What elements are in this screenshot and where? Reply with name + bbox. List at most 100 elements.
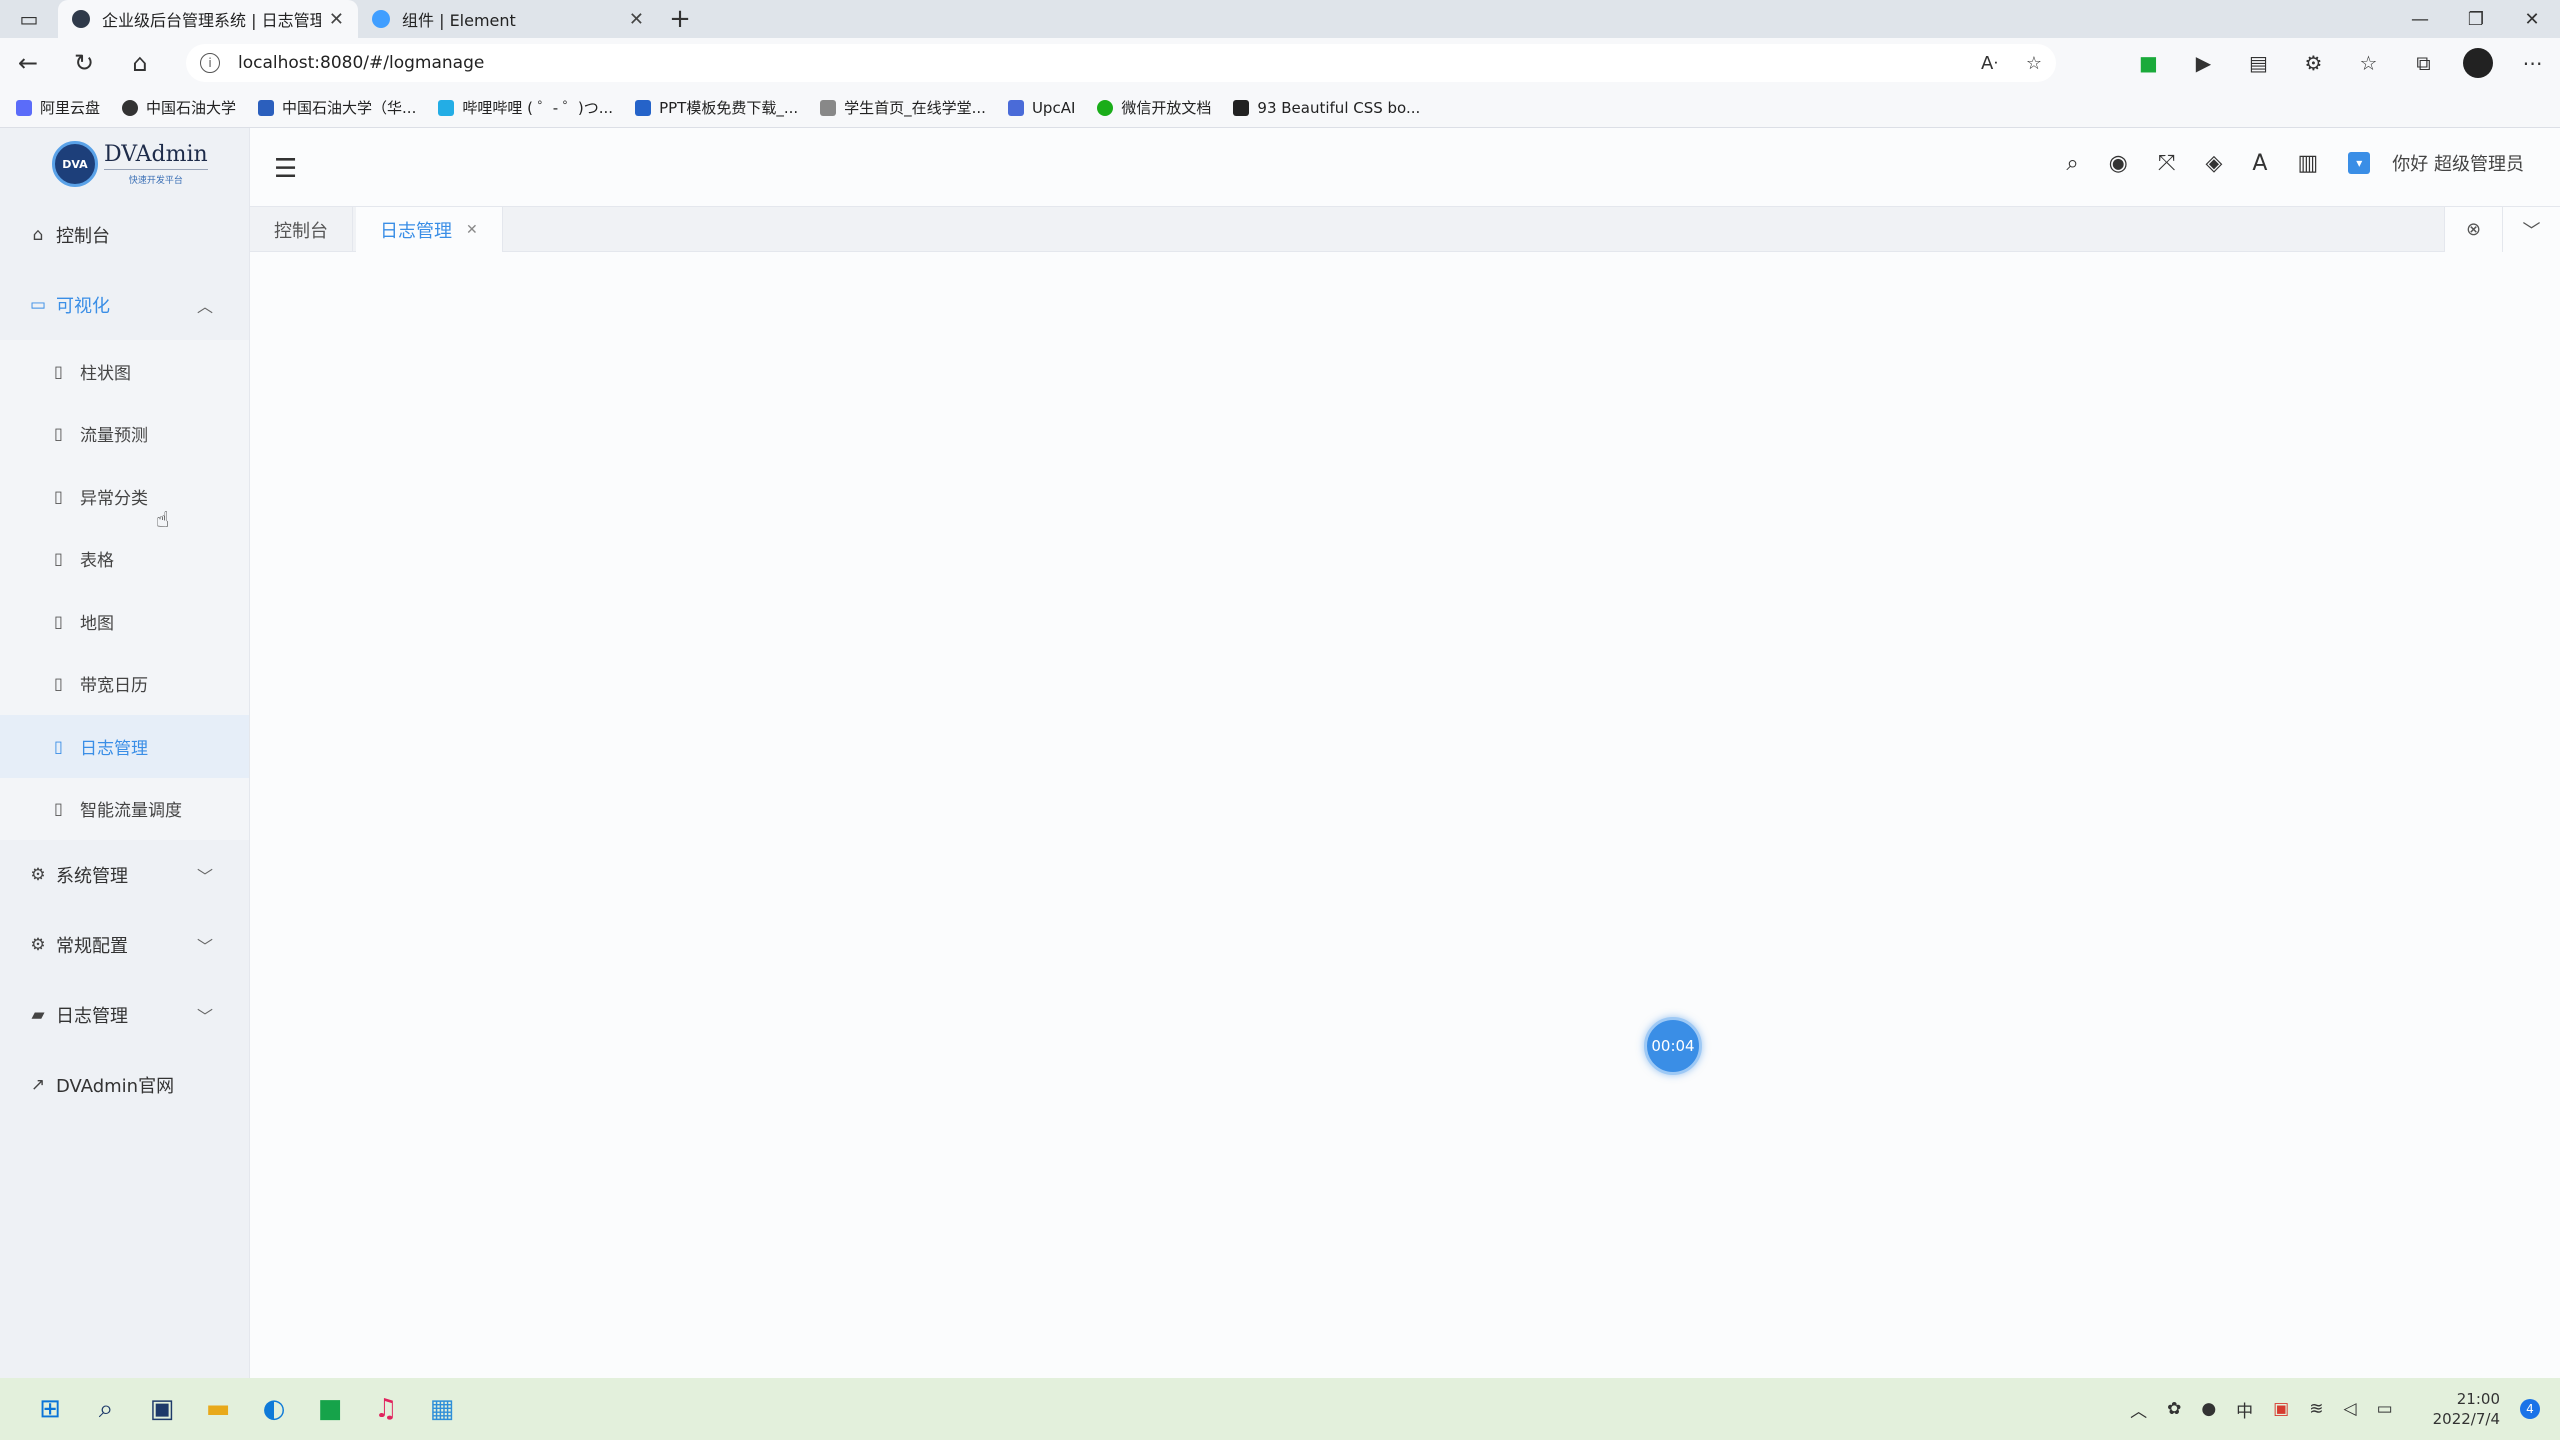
gear-icon: ⚙ <box>30 865 46 885</box>
site-info-icon[interactable]: i <box>200 53 220 73</box>
bookmark-label: 中国石油大学（华... <box>282 99 417 117</box>
clock-date: 2022/7/4 <box>2432 1410 2500 1428</box>
bookmark[interactable]: 中国石油大学 <box>122 97 236 118</box>
music-icon[interactable]: ♫ <box>358 1381 414 1437</box>
close-all-icon[interactable]: ⊗ <box>2444 207 2502 252</box>
bookmark[interactable]: PPT模板免费下载_... <box>635 97 798 118</box>
home-icon: ⌂ <box>32 225 44 245</box>
app-icon[interactable]: ▦ <box>414 1381 470 1437</box>
language-icon[interactable]: ▥ <box>2297 151 2318 176</box>
more-icon[interactable]: ⋯ <box>2505 51 2560 75</box>
sidebar-subitem-label: 日志管理 <box>80 738 148 759</box>
theme-icon[interactable]: ◈ <box>2205 151 2222 176</box>
sidebar-item-config[interactable]: ⚙ 常规配置 ﹀ <box>0 910 249 980</box>
address-bar-row: ← ↻ ⌂ i localhost:8080/#/logmanage Aᐧ ☆ … <box>0 38 2560 88</box>
sidebar-subitem[interactable]: ▯ 带宽日历 <box>0 653 249 716</box>
collections-icon[interactable]: ⧉ <box>2396 51 2451 75</box>
browser-tab[interactable]: 组件 | Element ✕ <box>358 0 658 38</box>
url-field[interactable]: i localhost:8080/#/logmanage Aᐧ ☆ <box>186 44 2056 82</box>
bookmark-icon <box>1097 99 1114 116</box>
bookmark[interactable]: 哔哩哔哩 ( ゜- ゜)つ... <box>438 97 613 118</box>
sidebar-subitem[interactable]: ▯ 流量预测 <box>0 403 249 466</box>
logo-mark: DVA <box>52 141 98 187</box>
bookmark[interactable]: 中国石油大学（华... <box>258 97 416 118</box>
task-view-icon[interactable]: ▣ <box>134 1381 190 1437</box>
sidebar-item-site[interactable]: ↗ DVAdmin官网 <box>0 1050 249 1120</box>
sidebar-item-system[interactable]: ⚙ 系统管理 ﹀ <box>0 840 249 910</box>
favorite-add-icon[interactable]: ☆ <box>2026 53 2042 74</box>
tab-title: 企业级后台管理系统 | 日志管理 <box>102 11 321 30</box>
extensions-icon[interactable]: ⚙ <box>2286 51 2341 75</box>
home-icon[interactable]: ⌂ <box>112 38 168 88</box>
sidebar-subitem[interactable]: ▯ 地图 <box>0 590 249 653</box>
edge-icon[interactable]: ◐ <box>246 1381 302 1437</box>
github-icon[interactable]: ◉ <box>2109 151 2128 176</box>
sidebar-item-logs[interactable]: ▰ 日志管理 ﹀ <box>0 980 249 1050</box>
tray-app-icon[interactable]: ▣ <box>2273 1399 2289 1419</box>
font-size-icon[interactable]: A <box>2252 151 2267 176</box>
shield-extension-icon[interactable]: ■ <box>2121 51 2176 75</box>
chevron-down-icon[interactable]: ﹀ <box>2502 207 2560 252</box>
search-icon[interactable]: ⌕ <box>2066 151 2078 176</box>
tab-title: 组件 | Element <box>402 11 516 30</box>
play-extension-icon[interactable]: ▶ <box>2176 51 2231 75</box>
refresh-icon[interactable]: ↻ <box>56 38 112 88</box>
tab-logmanage[interactable]: 日志管理 ✕ <box>356 207 503 252</box>
bookmark-label: 中国石油大学 <box>146 99 237 117</box>
qq-icon[interactable]: ● <box>2201 1399 2216 1419</box>
fullscreen-icon[interactable]: ⤧ <box>2158 151 2176 176</box>
favorites-icon[interactable]: ☆ <box>2341 51 2396 75</box>
sidebar-subitem-active[interactable]: ▯ 日志管理 <box>0 715 249 778</box>
input-method-icon[interactable]: 中 <box>2236 1397 2253 1422</box>
notification-badge[interactable]: 4 <box>2520 1399 2540 1419</box>
main-content <box>250 253 2560 1378</box>
admin-app: DVA DVAdmin 快速开发平台 ⌂ 控制台 ▭ 可视化 ︿ ▯ 柱状图 ▯ 流… <box>0 128 2560 1378</box>
logo-name: DVAdmin <box>104 142 208 170</box>
hamburger-icon[interactable]: ☰ <box>274 154 297 184</box>
sidebar-subitem[interactable]: ▯ 表格 <box>0 528 249 591</box>
sidebar-subitem[interactable]: ▯ 异常分类 <box>0 465 249 528</box>
bookmark[interactable]: 阿里云盘 <box>16 97 100 118</box>
close-window-icon[interactable]: ✕ <box>2504 0 2560 38</box>
read-aloud-icon[interactable]: Aᐧ <box>1981 53 1998 74</box>
bookmark[interactable]: 学生首页_在线学堂... <box>820 97 986 118</box>
wifi-icon[interactable]: ≋ <box>2309 1399 2323 1419</box>
chevron-up-icon[interactable]: ︿ <box>2130 1397 2147 1422</box>
bookmark[interactable]: 93 Beautiful CSS bo... <box>1233 99 1420 117</box>
bookmark[interactable]: UpcAI <box>1007 99 1075 117</box>
search-icon[interactable]: ⌕ <box>78 1381 134 1437</box>
logo[interactable]: DVA DVAdmin 快速开发平台 <box>0 128 249 200</box>
close-tab-icon[interactable]: ✕ <box>629 9 644 30</box>
bookmark[interactable]: 微信开放文档 <box>1097 97 1211 118</box>
tray-app-icon[interactable]: ✿ <box>2167 1399 2181 1419</box>
bookmark-icon <box>635 99 652 116</box>
profile-avatar[interactable] <box>2463 48 2493 78</box>
close-icon[interactable]: ✕ <box>466 222 478 238</box>
volume-icon[interactable]: ◁ <box>2343 1399 2356 1419</box>
restore-icon[interactable]: ❐ <box>2448 0 2504 38</box>
timer-badge[interactable]: 00:04 <box>1644 1017 1702 1075</box>
back-icon[interactable]: ← <box>0 38 56 88</box>
user-avatar[interactable]: ▾ <box>2348 152 2371 174</box>
minimize-icon[interactable]: — <box>2392 0 2448 38</box>
tab-dashboard[interactable]: 控制台 <box>250 207 353 252</box>
window-extension-icon[interactable]: ▤ <box>2231 51 2286 75</box>
windows-start-icon[interactable]: ⊞ <box>22 1381 78 1437</box>
close-tab-icon[interactable]: ✕ <box>329 9 344 30</box>
sidebar-item-dashboard[interactable]: ⌂ 控制台 <box>0 200 249 270</box>
user-greeting[interactable]: 你好 超级管理员 <box>2392 150 2524 176</box>
sidebar-item-visual[interactable]: ▭ 可视化 ︿ <box>0 270 249 340</box>
file-explorer-icon[interactable]: ▬ <box>190 1381 246 1437</box>
bookmark-label: 学生首页_在线学堂... <box>844 99 986 117</box>
bookmark-icon <box>16 99 32 116</box>
pycharm-icon[interactable]: ■ <box>302 1381 358 1437</box>
browser-tab-active[interactable]: 企业级后台管理系统 | 日志管理 ✕ <box>58 0 358 38</box>
tab-actions-icon[interactable]: ▭ <box>0 0 58 38</box>
sidebar-subitem[interactable]: ▯ 柱状图 <box>0 340 249 403</box>
sidebar-subitem-label: 带宽日历 <box>80 676 148 697</box>
sidebar-subitem[interactable]: ▯ 智能流量调度 <box>0 778 249 841</box>
system-clock[interactable]: 21:00 2022/7/4 <box>2413 1389 2500 1429</box>
battery-icon[interactable]: ▭ <box>2377 1399 2393 1419</box>
document-icon: ▯ <box>54 736 63 756</box>
new-tab-icon[interactable]: + <box>658 0 702 38</box>
